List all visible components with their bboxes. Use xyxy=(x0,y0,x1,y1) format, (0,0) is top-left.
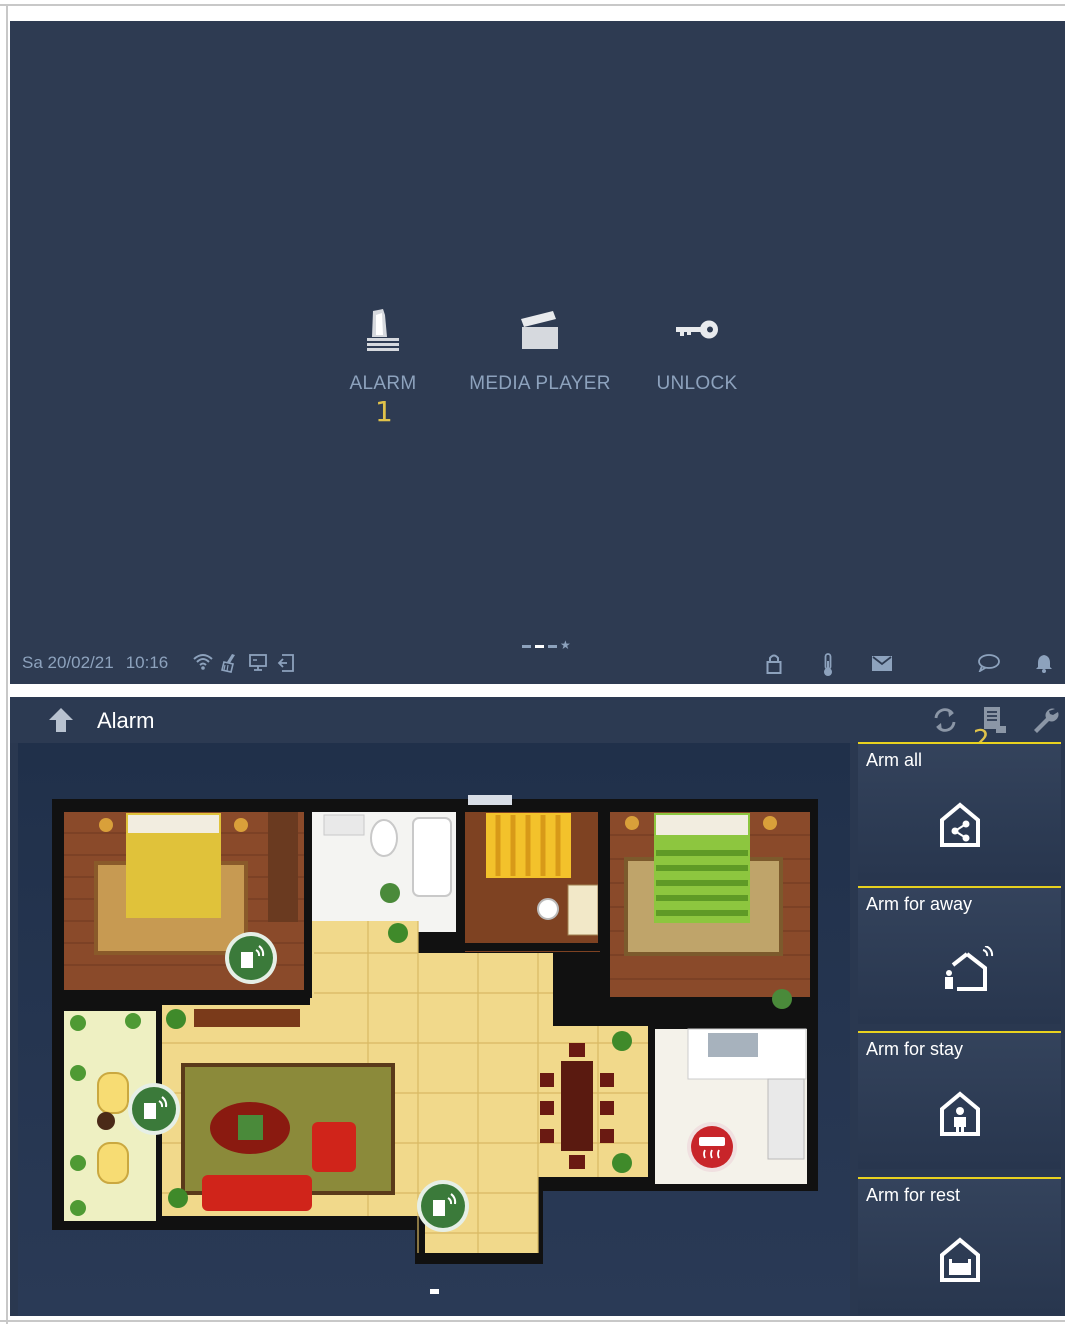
broom-icon xyxy=(220,653,240,678)
status-bar: Sa 20/02/21 10:16 xyxy=(10,644,1065,684)
refresh-icon[interactable] xyxy=(931,706,959,739)
media-player-app-button[interactable]: MEDIA PLAYER xyxy=(465,305,615,395)
alarm-app-label: ALARM xyxy=(349,373,417,394)
person-in-house-icon xyxy=(939,1091,981,1137)
arm-all-button[interactable]: Arm all xyxy=(858,742,1061,880)
status-datetime: Sa 20/02/21 10:16 xyxy=(22,653,168,673)
bell-icon[interactable] xyxy=(1035,653,1053,678)
heater-sensor-icon[interactable] xyxy=(685,1120,739,1179)
frame-top xyxy=(0,4,1065,6)
arm-for-stay-button[interactable]: Arm for stay xyxy=(858,1031,1061,1169)
unlock-app-label: UNLOCK xyxy=(656,373,738,394)
floorplan-panel xyxy=(18,743,850,1316)
arm-for-away-button[interactable]: Arm for away xyxy=(858,886,1061,1024)
arm-for-rest-button[interactable]: Arm for rest xyxy=(858,1177,1061,1315)
lock-icon[interactable] xyxy=(766,653,782,680)
alarm-header: Alarm xyxy=(10,697,1065,743)
home-screen: ALARM MEDIA PLAYER UNLOCK 1 ★ Sa 20/02/2… xyxy=(10,21,1065,684)
key-icon xyxy=(622,305,772,355)
exit-icon[interactable] xyxy=(276,653,296,678)
unlock-app-button[interactable]: UNLOCK xyxy=(622,305,772,395)
bed-in-house-icon xyxy=(939,1237,981,1283)
frame-left xyxy=(6,4,8,1324)
back-arrow-icon[interactable] xyxy=(46,706,76,736)
arm-for-rest-label: Arm for rest xyxy=(866,1185,961,1205)
monitor-icon xyxy=(248,653,268,678)
thermometer-icon[interactable] xyxy=(822,653,834,682)
clapperboard-icon xyxy=(465,305,615,355)
person-leaving-house-icon xyxy=(939,945,994,992)
media-player-app-label: MEDIA PLAYER xyxy=(469,373,611,394)
callout-number-1: 1 xyxy=(375,395,393,428)
alarm-app-button[interactable]: ALARM xyxy=(308,305,458,395)
arm-for-stay-label: Arm for stay xyxy=(866,1039,964,1059)
door-sensor-icon[interactable] xyxy=(126,1081,182,1142)
alarm-screen: Alarm 2 Arm all Arm for away Arm for sta… xyxy=(10,697,1065,1316)
page-title: Alarm xyxy=(97,708,155,733)
arm-for-away-label: Arm for away xyxy=(866,894,973,914)
mail-icon[interactable] xyxy=(872,656,892,676)
status-date: Sa 20/02/21 xyxy=(22,653,114,672)
wrench-icon[interactable] xyxy=(1031,706,1059,739)
wifi-icon xyxy=(192,653,214,676)
door-sensor-icon[interactable] xyxy=(223,930,279,991)
door-sensor-icon[interactable] xyxy=(415,1178,471,1239)
page-indicator-dot xyxy=(430,1289,439,1294)
arm-all-label: Arm all xyxy=(866,750,923,770)
frame-bottom xyxy=(0,1320,1065,1322)
alarm-siren-icon xyxy=(308,305,458,355)
status-time: 10:16 xyxy=(125,653,169,672)
house-share-icon xyxy=(939,802,981,848)
chat-icon[interactable] xyxy=(977,654,1001,677)
